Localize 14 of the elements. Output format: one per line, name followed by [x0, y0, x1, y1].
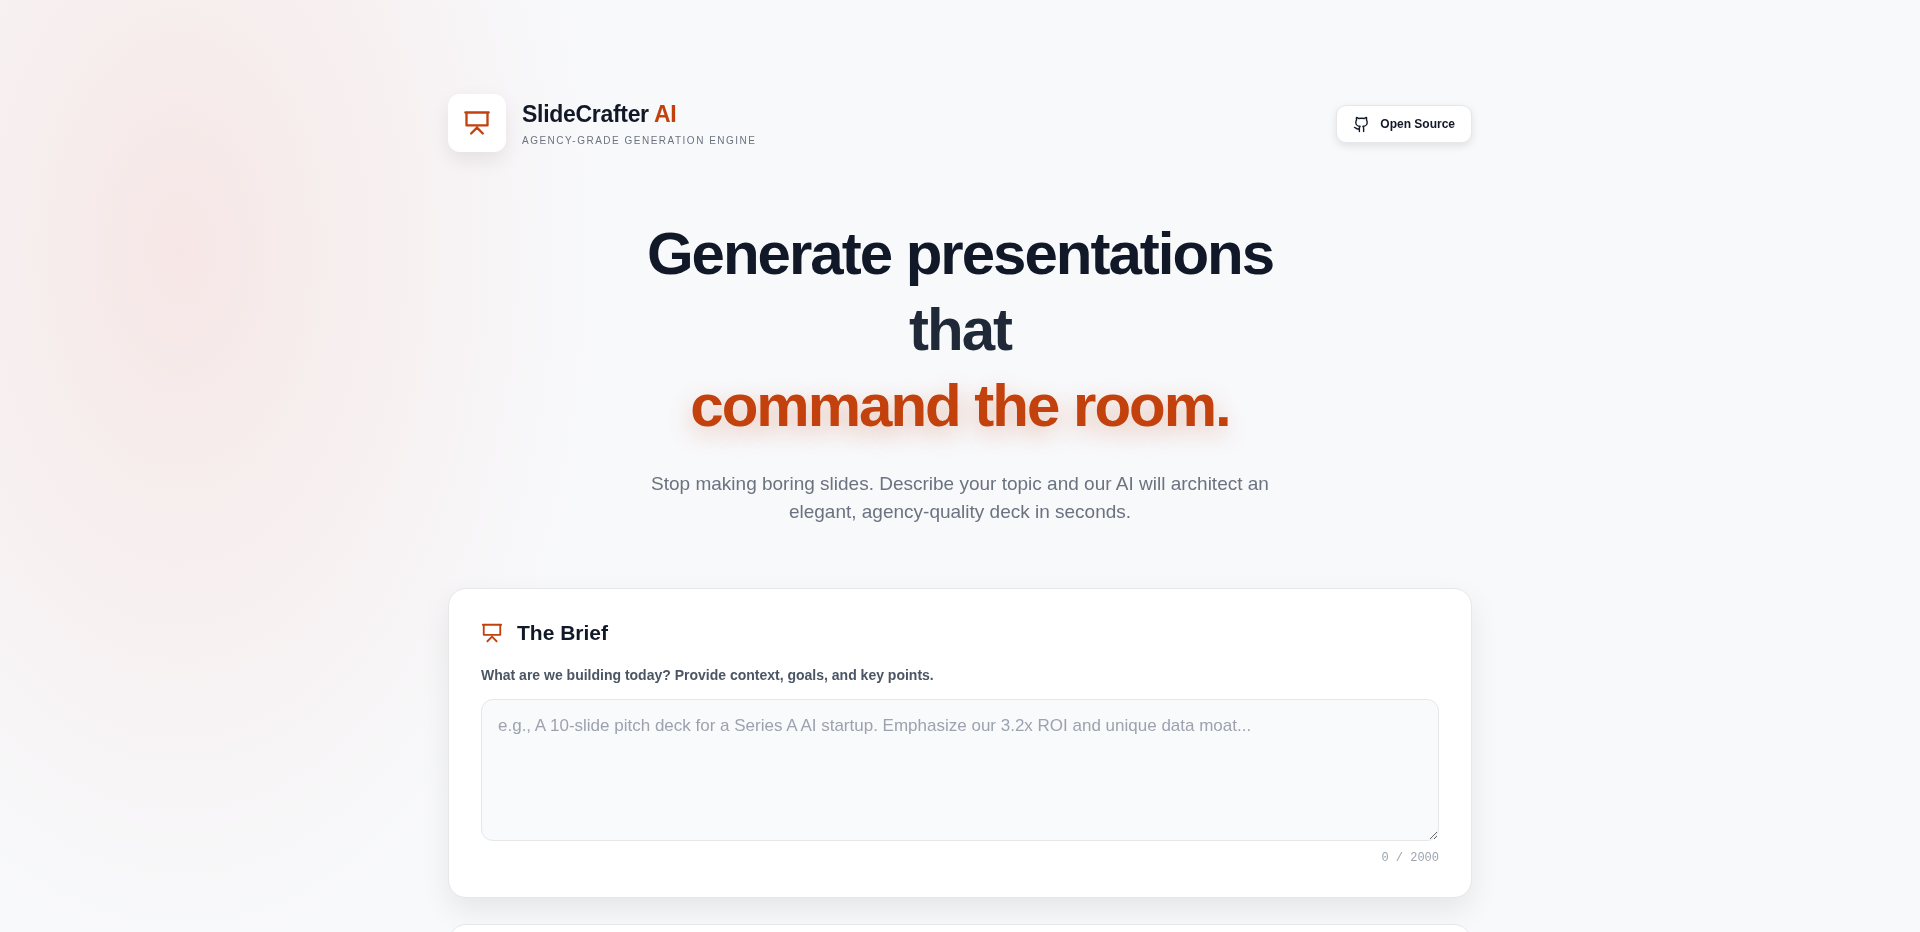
presentation-board-icon — [481, 622, 503, 644]
headline-text: that — [909, 295, 1011, 365]
brand-tagline: AGENCY-GRADE GENERATION ENGINE — [522, 134, 757, 146]
hero-subtitle: Stop making boring slides. Describe your topic and our AI will architect an elegant, agency-quality deck in seconds. — [650, 472, 1270, 524]
headline-highlight: command the room. — [690, 371, 1230, 441]
brand-name: SlideCrafter AI — [522, 100, 678, 128]
card-title: The Brief — [517, 621, 608, 645]
github-icon — [1353, 115, 1371, 133]
brief-input-field[interactable]: e.g., A 10-slide pitch deck for a Series A AI startup. Emphasize our 3.2x ROI and unique data moat... — [481, 699, 1439, 841]
open-source-button[interactable]: Open Source — [1336, 105, 1472, 143]
headline-text: Generate presentations — [646, 219, 1274, 289]
field-label: What are we building today? Provide context, goals, and key points. — [481, 667, 935, 683]
presentation-board-icon — [463, 109, 491, 137]
character-counter: 0 / 2000 — [1380, 851, 1439, 865]
